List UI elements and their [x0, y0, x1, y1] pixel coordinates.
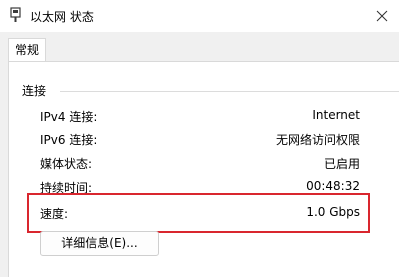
- tab-strip: 常规: [0, 32, 399, 62]
- speed-value: 1.0 Gbps: [306, 205, 360, 219]
- details-button[interactable]: 详细信息(E)...: [40, 231, 159, 256]
- window-title: 以太网 状态: [30, 10, 94, 24]
- duration-value: 00:48:32: [306, 179, 360, 193]
- title-bar: 以太网 状态: [0, 0, 399, 32]
- media-state-label: 媒体状态:: [40, 157, 93, 171]
- speed-label: 速度:: [40, 207, 69, 221]
- network-adapter-icon: [10, 7, 21, 22]
- ipv6-connectivity-label: IPv6 连接:: [40, 133, 98, 147]
- close-icon: [376, 10, 388, 22]
- media-state-value: 已启用: [323, 157, 360, 171]
- tab-general[interactable]: 常规: [8, 38, 46, 62]
- ipv4-connectivity-label: IPv4 连接:: [40, 110, 98, 124]
- group-divider: [60, 91, 399, 92]
- ipv4-connectivity-value: Internet: [312, 108, 360, 122]
- close-button[interactable]: [365, 0, 399, 32]
- connection-group-label: 连接: [22, 84, 47, 98]
- ipv6-connectivity-value: 无网络访问权限: [275, 133, 360, 147]
